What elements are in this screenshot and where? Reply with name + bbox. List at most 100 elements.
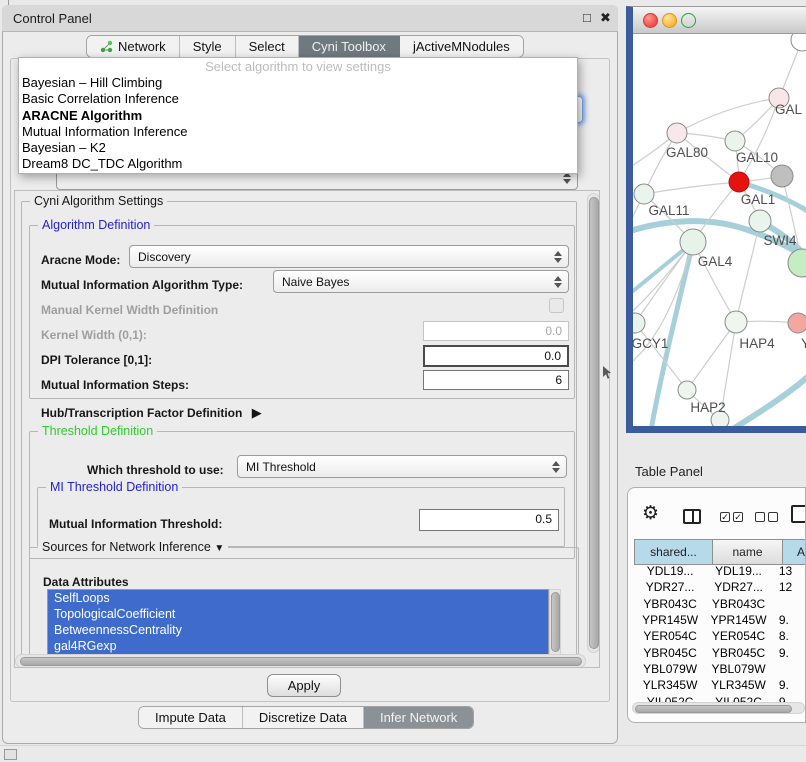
- which-threshold-combobox[interactable]: MI Threshold: [237, 455, 567, 478]
- cell[interactable]: YPR145W: [706, 613, 771, 627]
- cell[interactable]: 9: [771, 695, 806, 702]
- cell[interactable]: YDL19...: [706, 564, 771, 578]
- tab-discretize-data[interactable]: Discretize Data: [243, 707, 364, 728]
- cell[interactable]: YPR145W: [634, 613, 706, 627]
- checked-checkbox-icon[interactable]: ✓: [720, 512, 730, 522]
- cell[interactable]: YLR345W: [634, 678, 706, 692]
- cell[interactable]: YDR27...: [706, 580, 771, 594]
- cell[interactable]: YDR27...: [634, 580, 706, 594]
- list-item[interactable]: gal4RGexp: [48, 638, 548, 654]
- cell[interactable]: YLR345W: [706, 678, 771, 692]
- tab-network[interactable]: Network: [87, 36, 180, 57]
- cell[interactable]: YBL079W: [634, 662, 706, 676]
- node[interactable]: [791, 34, 806, 51]
- cell[interactable]: YER054C: [634, 629, 706, 643]
- node-gal80[interactable]: [667, 123, 687, 143]
- node-gcy1[interactable]: [633, 313, 645, 333]
- table-row[interactable]: YLR345WYLR345W9.: [634, 677, 806, 693]
- table-row[interactable]: YBR043CYBR043C: [634, 596, 806, 612]
- split-columns-icon[interactable]: [683, 509, 701, 524]
- cell[interactable]: YER054C: [706, 629, 771, 643]
- close-window-icon[interactable]: ✖: [600, 10, 611, 26]
- dropdown-item[interactable]: Bayesian – Hill Climbing: [19, 75, 577, 91]
- dropdown-item[interactable]: Basic Correlation Inference: [19, 91, 577, 107]
- aracne-mode-combobox[interactable]: Discovery: [129, 245, 569, 268]
- list-scrollbar-thumb[interactable]: [551, 592, 560, 652]
- zoom-traffic-light[interactable]: [681, 13, 696, 28]
- mi-threshold-field[interactable]: 0.5: [419, 509, 559, 531]
- manual-kernel-width-checkbox[interactable]: [549, 298, 564, 313]
- settings-vscrollbar-thumb[interactable]: [589, 197, 599, 649]
- sources-title[interactable]: Sources for Network Inference ▼: [38, 540, 228, 554]
- stepper-icon[interactable]: [554, 251, 563, 263]
- node-salmon[interactable]: [788, 313, 806, 333]
- unchecked-checkbox-icon[interactable]: [755, 512, 765, 522]
- dropdown-item-selected[interactable]: ARACNE Algorithm: [19, 108, 577, 124]
- node-gal11[interactable]: [634, 184, 654, 204]
- cell[interactable]: YBR043C: [706, 597, 771, 611]
- network-canvas[interactable]: GAL GAL80 GAL10 GAL1 GAL11 SWI4 GAL4 GCY…: [633, 34, 806, 427]
- table-hscrollbar-thumb[interactable]: [635, 705, 792, 713]
- new-table-icon[interactable]: [791, 505, 806, 523]
- cell[interactable]: 13: [771, 564, 806, 578]
- dpi-tolerance-field[interactable]: 0.0: [423, 345, 569, 367]
- settings-vscrollbar[interactable]: [587, 193, 600, 653]
- node-gray[interactable]: [771, 165, 793, 187]
- network-view-window[interactable]: GAL GAL80 GAL10 GAL1 GAL11 SWI4 GAL4 GCY…: [626, 6, 806, 433]
- unchecked-checkbox-icon[interactable]: [768, 512, 778, 522]
- minimize-traffic-light[interactable]: [662, 13, 677, 28]
- float-window-icon[interactable]: □: [583, 10, 591, 25]
- settings-hscrollbar[interactable]: [15, 654, 586, 668]
- tab-infer-network[interactable]: Infer Network: [364, 707, 473, 728]
- tab-select[interactable]: Select: [236, 36, 299, 57]
- cell[interactable]: 9.: [771, 613, 806, 627]
- node-swi4[interactable]: [749, 210, 771, 232]
- table-row[interactable]: YER054CYER054C8.: [634, 628, 806, 644]
- settings-hscrollbar-thumb[interactable]: [20, 657, 582, 666]
- cell[interactable]: 9.: [771, 678, 806, 692]
- node-gal4[interactable]: [680, 229, 706, 255]
- close-traffic-light[interactable]: [643, 13, 658, 28]
- node-hap4[interactable]: [725, 311, 747, 333]
- node-gal10[interactable]: [725, 131, 745, 151]
- cell[interactable]: YBL079W: [706, 662, 771, 676]
- table-row[interactable]: YPR145WYPR145W9.: [634, 612, 806, 628]
- list-scrollbar[interactable]: [549, 589, 561, 655]
- node-bright-green[interactable]: [788, 249, 806, 277]
- table-row[interactable]: YDL19...YDL19...13: [634, 563, 806, 579]
- cell[interactable]: YDL19...: [634, 564, 706, 578]
- tab-jactivemnodules[interactable]: jActiveMNodules: [400, 36, 523, 57]
- cell[interactable]: 8.: [771, 629, 806, 643]
- apply-button[interactable]: Apply: [267, 674, 341, 697]
- collapsed-arrow-icon[interactable]: ▶: [252, 405, 262, 420]
- tab-style[interactable]: Style: [180, 36, 236, 57]
- tab-cyni-toolbox[interactable]: Cyni Toolbox: [299, 36, 400, 57]
- table-hscrollbar[interactable]: [632, 702, 805, 714]
- column-header-partial[interactable]: A: [783, 539, 806, 565]
- dropdown-item[interactable]: Bayesian – K2: [19, 140, 577, 156]
- dropdown-item[interactable]: Mutual Information Inference: [19, 124, 577, 140]
- node-hap2[interactable]: [678, 381, 696, 399]
- cell[interactable]: YBR045C: [634, 646, 706, 660]
- checked-checkbox-icon[interactable]: ✓: [733, 512, 743, 522]
- table-row[interactable]: YBR045CYBR045C9.: [634, 644, 806, 660]
- gear-icon[interactable]: ⚙: [642, 502, 659, 525]
- cell[interactable]: YIL052C: [634, 695, 706, 702]
- tab-impute-data[interactable]: Impute Data: [139, 707, 243, 728]
- cell[interactable]: YBR045C: [706, 646, 771, 660]
- table-row[interactable]: YDR27...YDR27...12: [634, 579, 806, 595]
- stepper-icon[interactable]: [563, 172, 572, 184]
- expanded-arrow-icon[interactable]: ▼: [214, 543, 224, 554]
- list-item[interactable]: TopologicalCoefficient: [48, 606, 548, 622]
- node-gal1[interactable]: [729, 172, 749, 192]
- list-item[interactable]: BetweennessCentrality: [48, 622, 548, 638]
- collapsed-panel-icon[interactable]: [4, 749, 17, 760]
- mi-steps-field[interactable]: 6: [423, 370, 569, 390]
- stepper-icon[interactable]: [552, 461, 561, 473]
- cell[interactable]: YBR043C: [634, 597, 706, 611]
- dropdown-item[interactable]: Dream8 DC_TDC Algorithm: [19, 156, 577, 172]
- cell[interactable]: 9.: [771, 646, 806, 660]
- kernel-width-field[interactable]: 0.0: [423, 321, 569, 341]
- mi-algorithm-type-combobox[interactable]: Naive Bayes: [273, 270, 569, 293]
- stepper-icon[interactable]: [554, 276, 563, 288]
